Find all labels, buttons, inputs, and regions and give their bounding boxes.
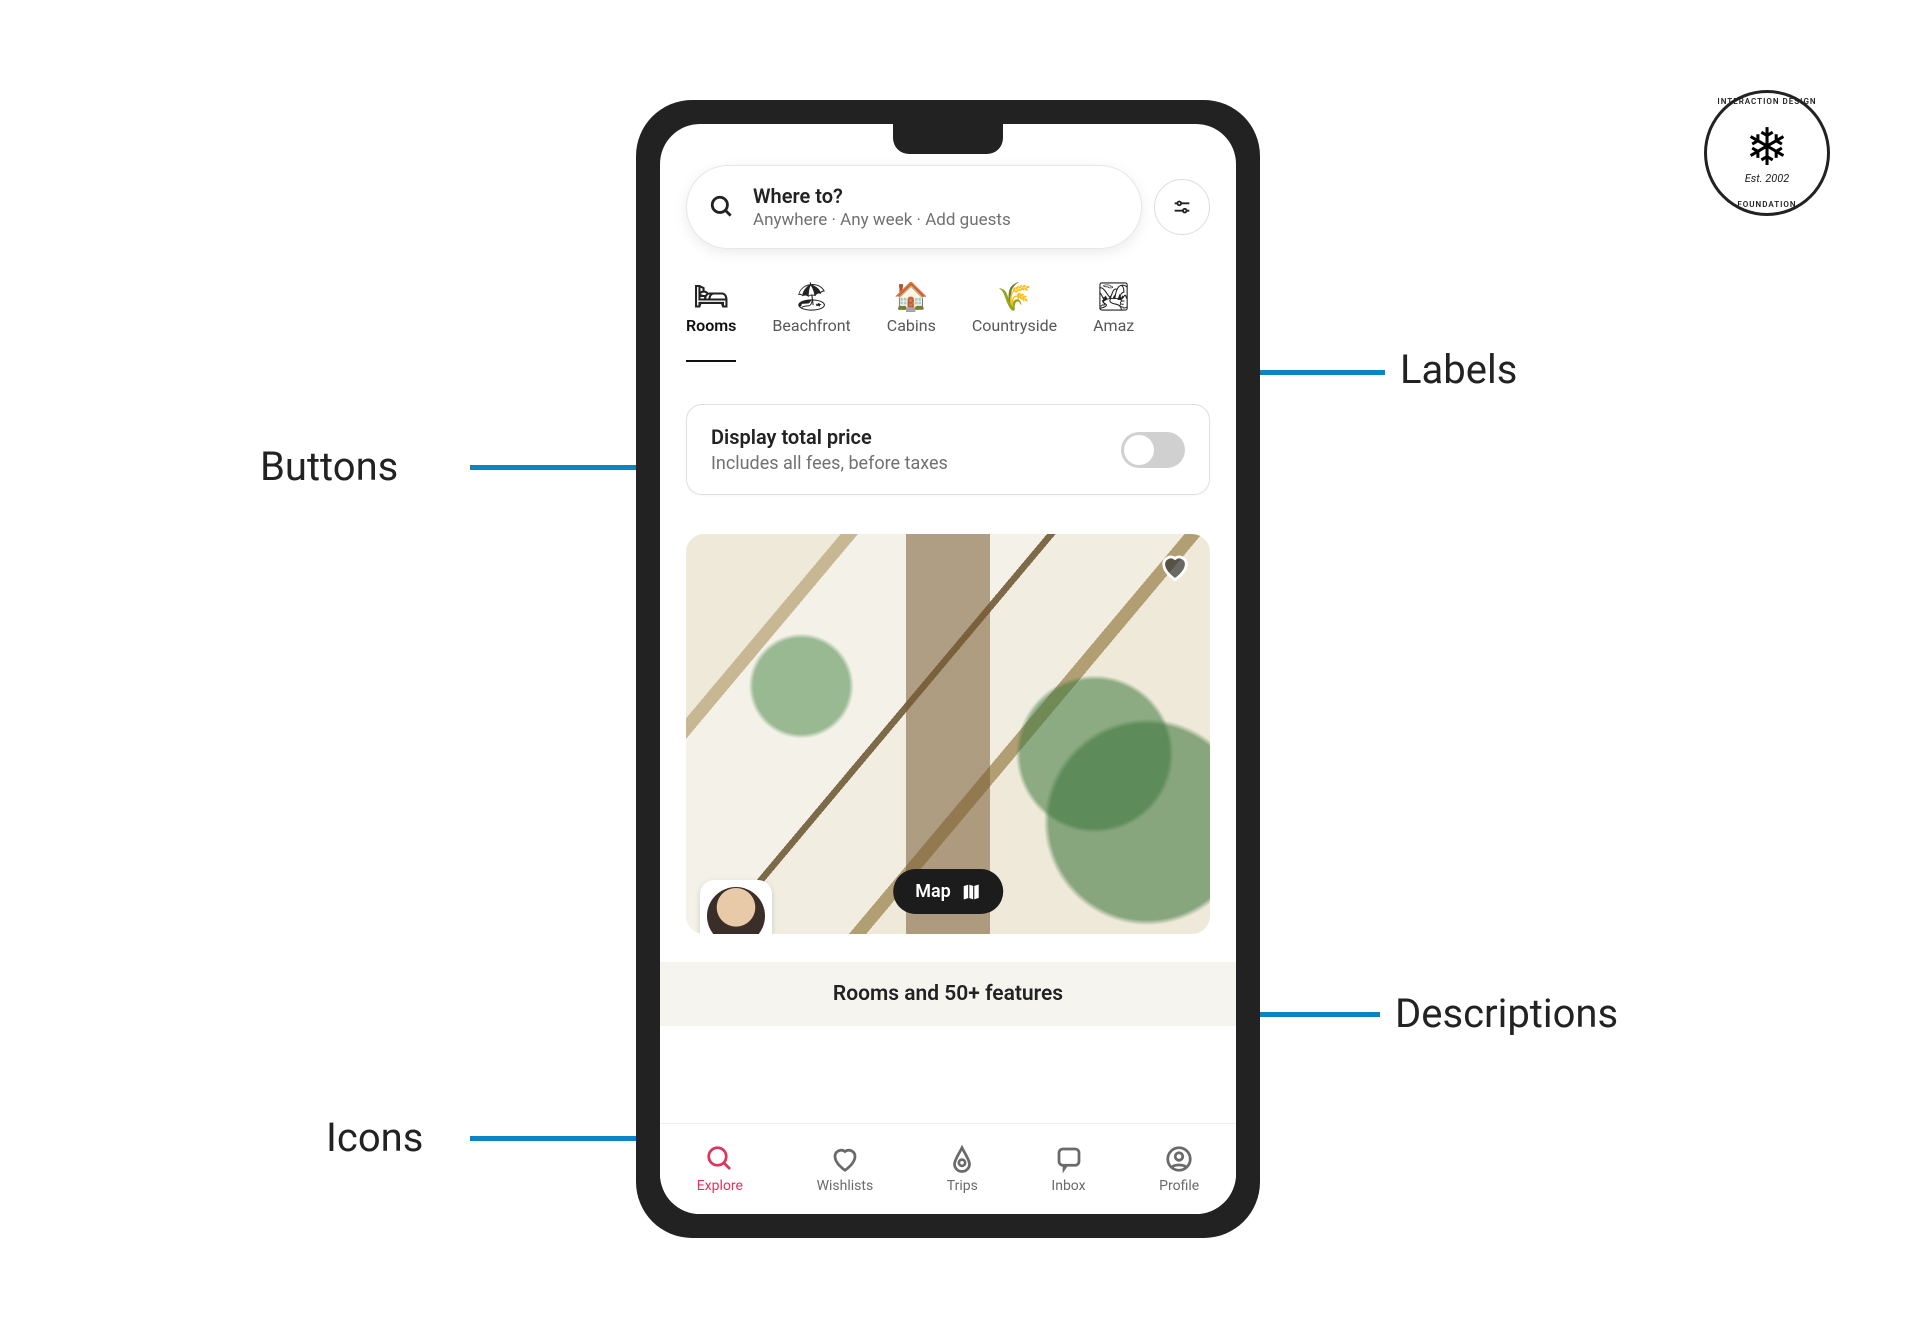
category-label: Countryside <box>972 316 1057 335</box>
nav-label: Explore <box>697 1178 743 1194</box>
category-beachfront[interactable]: 🏖 Beachfront <box>772 282 850 362</box>
annotation-icons: Icons <box>326 1114 423 1161</box>
category-label: Rooms <box>686 316 736 335</box>
chat-icon <box>1054 1144 1084 1174</box>
rooms-icon: 🛏 <box>694 282 728 310</box>
phone-screen: Where to? Anywhere · Any week · Add gues… <box>660 124 1236 1214</box>
annotation-labels: Labels <box>1400 346 1517 393</box>
org-logo: INTERACTION DESIGN ❄︎ Est. 2002 FOUNDATI… <box>1704 90 1830 216</box>
search-bar[interactable]: Where to? Anywhere · Any week · Add gues… <box>686 165 1142 249</box>
nav-explore[interactable]: Explore <box>697 1144 743 1194</box>
annotation-descriptions: Descriptions <box>1395 990 1618 1037</box>
nav-wishlists[interactable]: Wishlists <box>817 1144 874 1194</box>
diagram-stage: INTERACTION DESIGN ❄︎ Est. 2002 FOUNDATI… <box>0 0 1920 1338</box>
search-strip: Where to? Anywhere · Any week · Add gues… <box>686 164 1210 250</box>
profile-icon <box>1164 1144 1194 1174</box>
host-avatar-bubble[interactable] <box>700 880 772 934</box>
phone-frame: Where to? Anywhere · Any week · Add gues… <box>636 100 1260 1238</box>
features-banner[interactable]: Rooms and 50+ features <box>660 962 1236 1026</box>
countryside-icon: 🌾 <box>997 282 1031 310</box>
category-cabins[interactable]: 🏠 Cabins <box>887 282 936 362</box>
search-text: Where to? Anywhere · Any week · Add gues… <box>753 184 1011 230</box>
phone-notch <box>893 124 1003 154</box>
nav-profile[interactable]: Profile <box>1159 1144 1199 1194</box>
category-label: Amaz <box>1093 316 1134 335</box>
nav-label: Trips <box>947 1178 978 1194</box>
toggle-knob <box>1124 435 1154 465</box>
host-avatar <box>707 887 765 934</box>
search-title: Where to? <box>753 184 1011 208</box>
filter-button[interactable] <box>1154 179 1210 235</box>
nav-inbox[interactable]: Inbox <box>1051 1144 1085 1194</box>
nav-label: Wishlists <box>817 1178 874 1194</box>
price-title: Display total price <box>711 425 1121 449</box>
org-logo-top: INTERACTION DESIGN <box>1707 97 1827 106</box>
wishlist-heart[interactable] <box>1158 550 1192 588</box>
banner-text: Rooms and 50+ features <box>833 982 1063 1006</box>
heart-outline-icon <box>830 1144 860 1174</box>
nav-label: Inbox <box>1051 1178 1085 1194</box>
beachfront-icon: 🏖 <box>795 282 829 310</box>
search-subtitle: Anywhere · Any week · Add guests <box>753 210 1011 230</box>
cabins-icon: 🏠 <box>894 282 928 310</box>
org-logo-bottom: FOUNDATION <box>1707 200 1827 209</box>
filter-icon <box>1171 196 1193 218</box>
nav-trips[interactable]: Trips <box>947 1144 978 1194</box>
heart-icon <box>1158 550 1192 584</box>
amazing-icon: 🏞 <box>1097 282 1131 310</box>
annotation-buttons: Buttons <box>260 443 398 490</box>
explore-icon <box>705 1144 735 1174</box>
price-toggle-card: Display total price Includes all fees, b… <box>686 404 1210 495</box>
bottom-nav: Explore Wishlists Trips Inbox Profile <box>660 1123 1236 1214</box>
category-countryside[interactable]: 🌾 Countryside <box>972 282 1057 362</box>
logo-icon <box>947 1144 977 1174</box>
nav-label: Profile <box>1159 1178 1199 1194</box>
tree-icon: ❄︎ <box>1745 122 1789 174</box>
search-icon <box>709 194 735 220</box>
listing-card[interactable]: Map <box>686 534 1210 934</box>
category-label: Beachfront <box>772 316 850 335</box>
category-tabs: 🛏 Rooms 🏖 Beachfront 🏠 Cabins 🌾 Countrys… <box>686 282 1236 362</box>
category-rooms[interactable]: 🛏 Rooms <box>686 282 736 362</box>
map-icon <box>961 882 981 902</box>
category-amazing[interactable]: 🏞 Amaz <box>1093 282 1134 362</box>
price-toggle[interactable] <box>1121 432 1185 468</box>
category-label: Cabins <box>887 316 936 335</box>
org-est: Est. 2002 <box>1745 172 1790 185</box>
map-label: Map <box>915 881 951 902</box>
price-subtitle: Includes all fees, before taxes <box>711 453 1121 474</box>
map-button[interactable]: Map <box>893 869 1003 914</box>
